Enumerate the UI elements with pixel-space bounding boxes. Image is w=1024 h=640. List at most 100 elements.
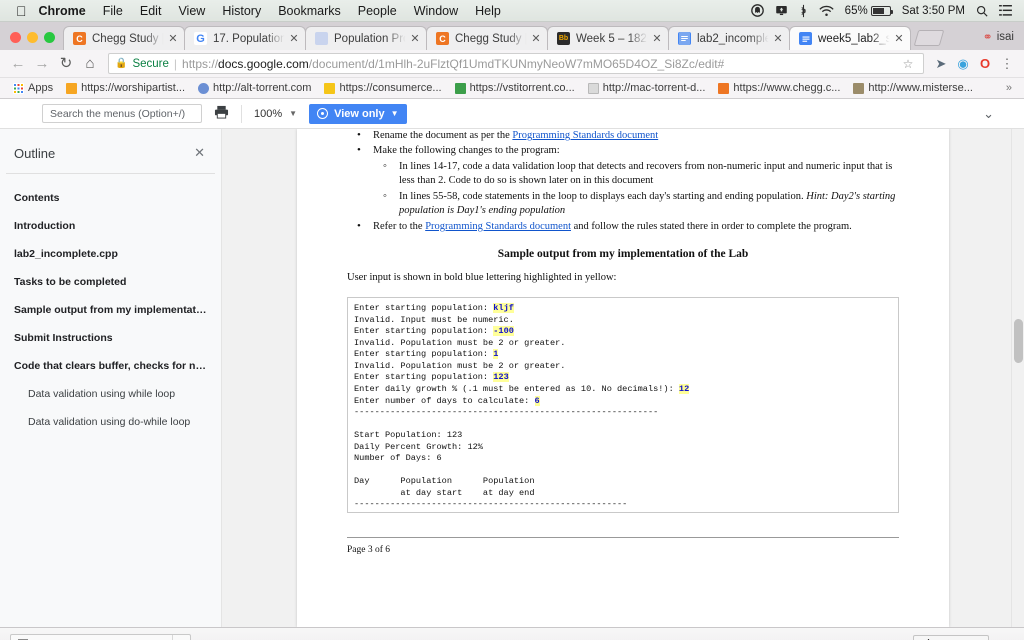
minimize-window-button[interactable] — [27, 32, 38, 43]
bookmark-item[interactable]: http://www.misterse... — [848, 82, 978, 94]
browser-tab-active[interactable]: week5_lab2_specs ✕ — [789, 26, 911, 50]
outline-item-contents[interactable]: Contents — [0, 184, 221, 212]
close-icon[interactable]: ✕ — [651, 32, 663, 45]
menu-chrome[interactable]: Chrome — [39, 4, 86, 18]
bookmark-item[interactable]: http://alt-torrent.com — [193, 82, 316, 94]
show-all-button[interactable]: Show All — [913, 635, 989, 640]
console-line: Daily Percent Growth: 12% — [354, 442, 892, 454]
reload-icon[interactable]: ↻ — [56, 56, 76, 71]
downloads-bar: El+Cielo+y+la+Tierrra-....zip ▼ Show All… — [0, 627, 1024, 640]
tab-label: Chegg Study | Gu — [92, 33, 165, 45]
view-only-label: View only — [334, 108, 385, 120]
menu-window[interactable]: Window — [414, 4, 458, 18]
bookmark-item[interactable]: https://www.chegg.c... — [713, 82, 845, 94]
list-item: In lines 55-58, code statements in the l… — [347, 190, 899, 219]
close-icon[interactable]: ✕ — [530, 32, 542, 45]
close-icon[interactable]: ✕ — [288, 32, 300, 45]
print-icon[interactable] — [214, 105, 229, 122]
battery-icon — [871, 6, 891, 16]
close-icon[interactable]: ✕ — [194, 145, 205, 161]
browser-tab[interactable]: G 17. Population Wri ✕ — [184, 26, 306, 50]
zoom-level-label: 100% — [254, 108, 282, 120]
menu-view[interactable]: View — [178, 4, 205, 18]
view-only-button[interactable]: View only ▼ — [309, 104, 406, 124]
spotlight-search-icon[interactable] — [976, 5, 988, 17]
programming-standards-link[interactable]: Programming Standards document — [425, 221, 571, 232]
collapse-toolbar-icon[interactable]: ⌄ — [983, 106, 1024, 122]
close-icon[interactable]: ✕ — [772, 32, 784, 45]
outline-item-code-clears-buffer[interactable]: Code that clears buffer, checks for no… — [0, 352, 221, 380]
close-icon[interactable]: ✕ — [167, 32, 179, 45]
bookmark-apps[interactable]: Apps — [8, 82, 58, 94]
close-icon[interactable]: ✕ — [893, 32, 905, 45]
console-prompt: Enter starting population: — [354, 303, 493, 313]
console-output-block: Enter starting population: kljfInvalid. … — [347, 297, 899, 513]
browser-tab[interactable]: lab2_incomplete.c ✕ — [668, 26, 790, 50]
outline-item-tasks[interactable]: Tasks to be completed — [0, 268, 221, 296]
notification-center-icon[interactable] — [999, 5, 1012, 16]
window-controls[interactable] — [6, 32, 63, 50]
document-page: Rename the document as per the Programmi… — [297, 129, 949, 627]
close-window-button[interactable] — [10, 32, 21, 43]
bookmark-item[interactable]: https://consumerce... — [319, 82, 446, 94]
scrollbar-thumb[interactable] — [1014, 319, 1023, 363]
outline-item-lab2-incomplete[interactable]: lab2_incomplete.cpp — [0, 240, 221, 268]
console-line: Day Population Population — [354, 476, 892, 488]
home-icon[interactable]: ⌂ — [80, 56, 100, 71]
apple-icon[interactable]:  — [16, 4, 27, 18]
console-line: ----------------------------------------… — [354, 499, 892, 511]
tab-label: Chegg Study | Gu — [455, 33, 528, 45]
browser-tab[interactable]: Bb Week 5 – 182CIS1 ✕ — [547, 26, 669, 50]
new-tab-button[interactable] — [914, 30, 945, 46]
browser-tab[interactable]: Population Progra ✕ — [305, 26, 427, 50]
star-icon[interactable]: ☆ — [899, 57, 917, 71]
outline-item-introduction[interactable]: Introduction — [0, 212, 221, 240]
url-path: /document/d/1mHlh-2uFlztQf1UmdTKUNmyNeoW… — [309, 57, 724, 71]
menu-edit[interactable]: Edit — [140, 4, 162, 18]
battery-indicator[interactable]: 65% — [845, 5, 891, 17]
browser-tab[interactable]: C Chegg Study | Gu ✕ — [426, 26, 548, 50]
yellow-bar-icon — [324, 83, 335, 94]
search-input[interactable]: Search the menus (Option+/) — [42, 104, 202, 123]
blue-circle-extension-icon[interactable]: ◉ — [954, 56, 972, 72]
console-user-input: 12 — [679, 384, 689, 394]
vertical-scrollbar[interactable] — [1011, 129, 1024, 627]
console-prompt: ----------------------------------------… — [354, 499, 627, 509]
menu-help[interactable]: Help — [475, 4, 501, 18]
download-item[interactable]: El+Cielo+y+la+Tierrra-....zip ▼ — [10, 634, 191, 640]
opera-extension-icon[interactable]: O — [976, 56, 994, 71]
document-canvas[interactable]: Rename the document as per the Programmi… — [222, 129, 1024, 627]
ghostery-icon[interactable] — [751, 4, 764, 17]
bookmark-item[interactable]: https://worshipartist... — [61, 82, 190, 94]
bookmark-item[interactable]: https://vstitorrent.co... — [450, 82, 580, 94]
address-bar[interactable]: 🔒 Secure | https://docs.google.com/docum… — [108, 53, 924, 74]
close-icon[interactable]: ✕ — [409, 32, 421, 45]
menu-file[interactable]: File — [103, 4, 123, 18]
chevron-double-right-icon[interactable]: » — [1006, 82, 1016, 94]
wifi-icon[interactable] — [819, 5, 834, 17]
outline-item-sample-output[interactable]: Sample output from my implementati… — [0, 296, 221, 324]
outline-item-submit-instructions[interactable]: Submit Instructions — [0, 324, 221, 352]
maximize-window-button[interactable] — [44, 32, 55, 43]
tab-label: 17. Population Wri — [213, 33, 286, 45]
clock-label[interactable]: Sat 3:50 PM — [902, 5, 965, 17]
chevron-down-icon[interactable]: ▼ — [172, 635, 186, 640]
back-arrow-icon[interactable]: ← — [8, 56, 28, 71]
pocket-send-icon[interactable]: ➤ — [932, 56, 950, 72]
forward-arrow-icon[interactable]: → — [32, 56, 52, 71]
programming-standards-link[interactable]: Programming Standards document — [512, 130, 658, 141]
bookmark-item[interactable]: http://mac-torrent-d... — [583, 82, 711, 94]
outline-item-while-loop[interactable]: Data validation using while loop — [0, 380, 221, 408]
zoom-selector[interactable]: 100% ▼ — [254, 108, 297, 120]
browser-tab[interactable]: C Chegg Study | Gu ✕ — [63, 26, 185, 50]
blue-circle-icon — [198, 83, 209, 94]
profile-chip[interactable]: ⚭ isai — [983, 30, 1024, 50]
outline-item-do-while-loop[interactable]: Data validation using do-while loop — [0, 408, 221, 436]
bluetooth-icon[interactable] — [799, 4, 808, 18]
chrome-menu-icon[interactable]: ⋮ — [998, 56, 1016, 72]
outline-sidebar: Outline ✕ Contents Introduction lab2_inc… — [0, 129, 222, 627]
menu-history[interactable]: History — [222, 4, 261, 18]
display-icon[interactable] — [775, 4, 788, 17]
menu-bookmarks[interactable]: Bookmarks — [278, 4, 341, 18]
menu-people[interactable]: People — [358, 4, 397, 18]
